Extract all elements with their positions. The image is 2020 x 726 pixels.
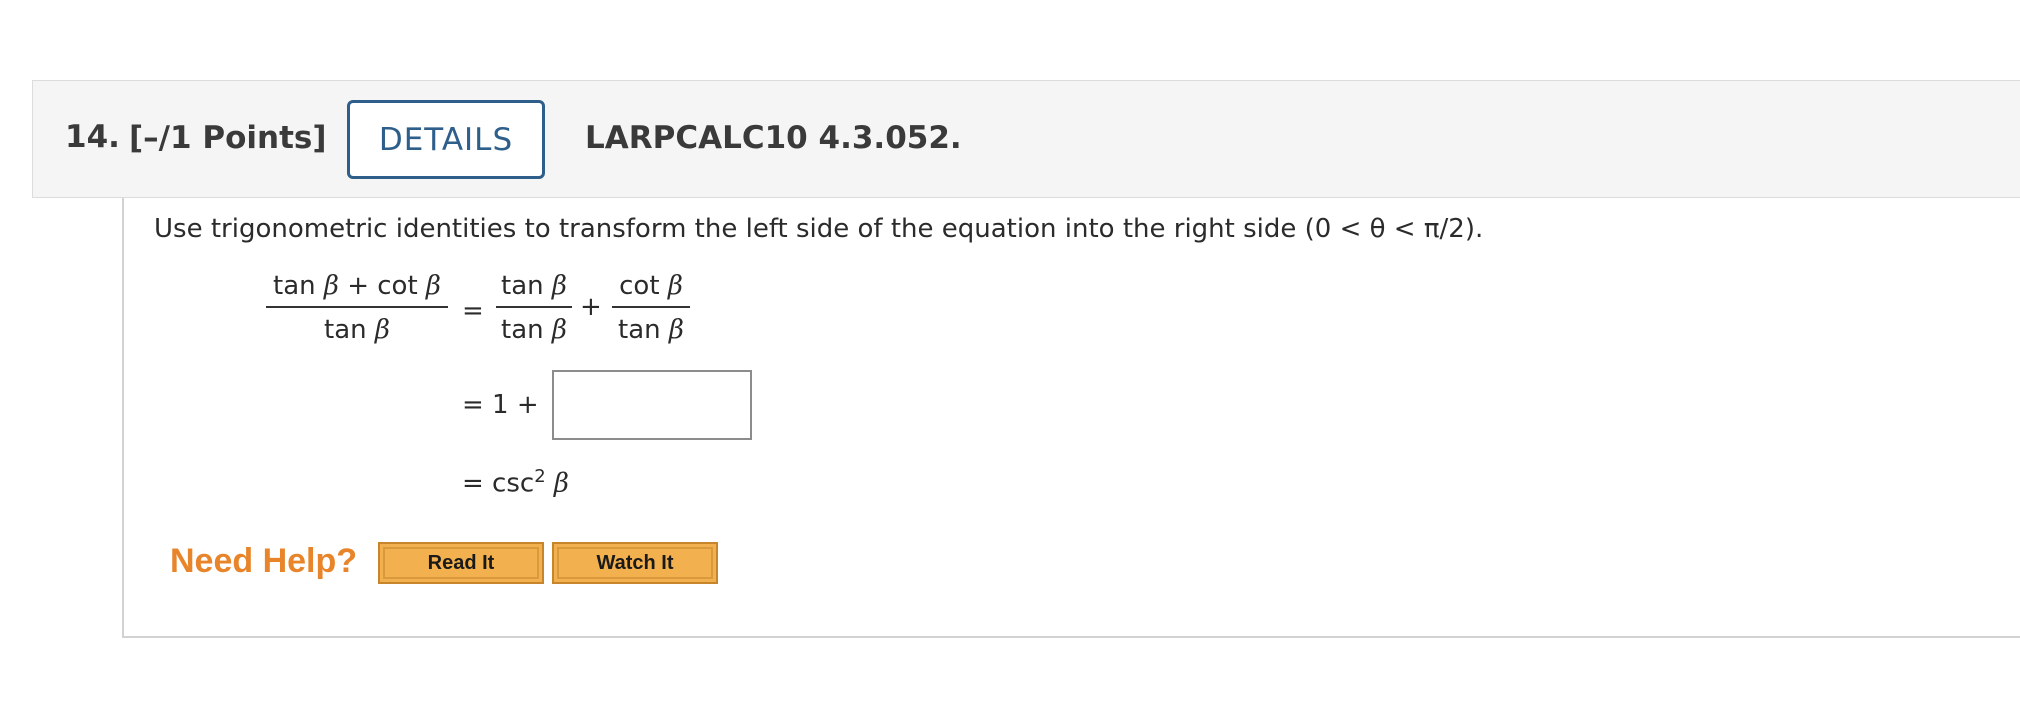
answer-input[interactable] bbox=[552, 370, 752, 440]
question-prompt: Use trigonometric identities to transfor… bbox=[154, 214, 1484, 244]
question-number: 14. bbox=[65, 119, 120, 155]
step1-frac2-numerator: cot β bbox=[619, 271, 683, 301]
step3-result: = csc2 β bbox=[462, 466, 569, 499]
step1-frac2-denominator: tan β bbox=[618, 315, 684, 345]
step1-frac1-numerator: tan β bbox=[501, 271, 567, 301]
equals-sign-1: = bbox=[462, 296, 484, 326]
step3-exponent: 2 bbox=[534, 466, 546, 487]
watch-it-button[interactable]: Watch It bbox=[552, 542, 718, 584]
details-button[interactable]: DETAILS bbox=[347, 100, 545, 179]
step1-fraction-1: tan β tan β bbox=[496, 268, 572, 346]
need-help-label: Need Help? bbox=[170, 542, 358, 580]
step2-prefix: = 1 + bbox=[462, 390, 539, 420]
step3-variable: β bbox=[553, 468, 569, 499]
question-body: Use trigonometric identities to transfor… bbox=[122, 198, 2020, 638]
lhs-denominator: tan β bbox=[324, 315, 390, 345]
question-code: LARPCALC10 4.3.052. bbox=[585, 120, 962, 156]
plus-sign: + bbox=[580, 292, 602, 322]
step1-frac1-denominator: tan β bbox=[501, 315, 567, 345]
question-page: 14. [–/1 Points] DETAILS LARPCALC10 4.3.… bbox=[0, 0, 2020, 726]
question-points: [–/1 Points] bbox=[129, 120, 327, 156]
lhs-numerator: tan β + cot β bbox=[273, 271, 441, 301]
step1-fraction-2: cot β tan β bbox=[612, 268, 690, 346]
read-it-button[interactable]: Read It bbox=[378, 542, 544, 584]
lhs-fraction: tan β + cot β tan β bbox=[266, 268, 448, 346]
question-header: 14. [–/1 Points] DETAILS LARPCALC10 4.3.… bbox=[32, 80, 2020, 198]
step3-prefix: = csc bbox=[462, 468, 535, 499]
